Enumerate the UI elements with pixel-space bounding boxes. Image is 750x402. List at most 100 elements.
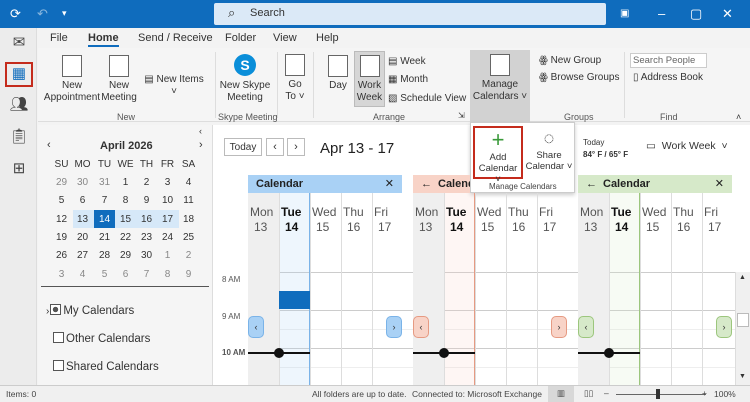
maximize-icon[interactable]: ▢ [690,6,702,22]
mini-calendar-day[interactable]: 1 [115,177,136,188]
goto-button[interactable]: Go To ˅ [283,54,307,103]
next-appointment-button[interactable]: › [716,316,732,338]
mini-calendar-day[interactable]: 8 [115,195,136,206]
calendar-header[interactable]: Calendar ✕ [248,175,402,193]
calendar-header[interactable]: ←Calendar [413,175,470,193]
previous-button[interactable]: ‹ [266,138,284,156]
folder-group-my-calendars[interactable]: › My Calendars [46,304,134,317]
day-view-button[interactable]: Day [325,55,351,92]
mini-calendar-day[interactable]: 30 [72,177,93,188]
vertical-scrollbar[interactable]: ▲ ▼ [735,272,750,385]
manage-calendars-button[interactable]: Manage Calendars ˅ [470,50,530,122]
mini-calendar-day[interactable]: 14 [94,214,115,225]
expand-icon[interactable]: › [46,306,49,317]
mini-calendar-day[interactable]: 22 [115,232,136,243]
mini-calendar-day[interactable]: 6 [72,195,93,206]
share-calendar-button[interactable]: ◌ Share Calendar ˅ [525,126,573,179]
address-book-button[interactable]: ▯ Address Book [633,72,703,84]
mini-calendar-day[interactable]: 15 [115,214,136,225]
mini-calendar-day[interactable]: 7 [136,269,157,280]
mini-calendar-day[interactable]: 21 [94,232,115,243]
mini-calendar-day[interactable]: 2 [178,250,199,261]
customize-icon[interactable]: ▾ [62,8,67,19]
month-view-button[interactable]: ▦ Month [388,74,428,86]
new-items-button[interactable]: ▤ New Items ˅ [140,74,208,98]
mini-calendar-day[interactable]: 20 [72,232,93,243]
tasks-icon[interactable]: 📋︎ [9,127,29,147]
mini-calendar-day[interactable]: 28 [94,250,115,261]
mini-calendar-day[interactable]: 16 [136,214,157,225]
arrow-left-icon[interactable]: ← [586,178,597,190]
mini-calendar-day[interactable]: 8 [157,269,178,280]
mini-calendar-day[interactable]: 13 [72,214,93,225]
previous-appointment-button[interactable]: ‹ [248,316,264,338]
selected-time-slot[interactable] [279,291,310,309]
calendar-header[interactable]: ← Calendar ✕ [578,175,732,193]
mini-calendar-day[interactable]: 9 [178,269,199,280]
mini-calendar-day[interactable]: 1 [157,250,178,261]
tab-folder[interactable]: Folder [225,32,256,44]
mini-calendar-day[interactable]: 3 [51,269,72,280]
mini-calendar-day[interactable]: 12 [51,214,72,225]
zoom-out-button[interactable]: – [604,388,609,398]
checkbox[interactable] [50,304,62,315]
mini-calendar-day[interactable]: 29 [51,177,72,188]
week-view-button[interactable]: ▤ Week [388,56,426,68]
work-week-view-button[interactable]: Work Week [354,51,385,107]
add-calendar-button[interactable]: + Add Calendar ˅ [473,126,523,185]
sync-icon[interactable]: ⟳ [10,6,21,22]
tab-file[interactable]: File [50,32,68,44]
close-icon[interactable]: ✕ [722,6,733,22]
folder-group-other-calendars[interactable]: Other Calendars [53,332,150,345]
undo-icon[interactable]: ↶ [37,6,48,22]
view-selector[interactable]: ▭ Work Week ˅ [646,140,728,152]
mini-calendar-day[interactable]: 27 [72,250,93,261]
search-input[interactable]: ⌕ Search [214,3,606,25]
new-group-button[interactable]: ꙮ New Group [539,55,601,67]
mini-calendar-day[interactable]: 23 [136,232,157,243]
mini-calendar-day[interactable]: 3 [157,177,178,188]
mini-calendar-day[interactable]: 7 [94,195,115,206]
today-button[interactable]: Today [224,138,262,156]
scrollbar-thumb[interactable] [737,313,749,327]
new-appointment-button[interactable]: New Appointment [42,55,102,104]
people-icon[interactable]: 👥︎ [9,95,29,115]
mini-calendar-day[interactable]: 31 [94,177,115,188]
mini-calendar-day[interactable]: 24 [157,232,178,243]
calendar-icon[interactable]: ▦ [9,64,29,84]
tab-home[interactable]: Home [88,32,119,47]
mini-calendar-day[interactable]: 10 [157,195,178,206]
mini-calendar-day[interactable]: 25 [178,232,199,243]
next-appointment-button[interactable]: › [551,316,567,338]
tab-view[interactable]: View [273,32,297,44]
apps-icon[interactable]: ⊞ [9,159,29,179]
mini-calendar-day[interactable]: 30 [136,250,157,261]
mini-calendar-day[interactable]: 4 [72,269,93,280]
tab-help[interactable]: Help [316,32,339,44]
previous-appointment-button[interactable]: ‹ [578,316,594,338]
mini-calendar-day[interactable]: 29 [115,250,136,261]
arrow-left-icon[interactable]: ← [421,178,432,190]
checkbox[interactable] [53,360,64,371]
prev-month-button[interactable]: ‹ [47,139,51,151]
dialog-launcher-icon[interactable]: ⇲ [458,111,465,120]
close-icon[interactable]: ✕ [715,177,724,190]
schedule-view-button[interactable]: ▧ Schedule View [388,93,466,105]
mail-icon[interactable]: ✉ [9,33,29,53]
next-button[interactable]: › [287,138,305,156]
folder-group-shared-calendars[interactable]: Shared Calendars [53,360,159,373]
zoom-slider[interactable] [616,394,706,395]
scroll-up-icon[interactable]: ▲ [739,274,746,281]
new-skype-meeting-button[interactable]: S New Skype Meeting [219,54,271,104]
mini-calendar-day[interactable]: 6 [115,269,136,280]
zoom-slider-thumb[interactable] [656,389,660,399]
mini-calendar-day[interactable]: 2 [136,177,157,188]
mini-calendar-day[interactable]: 5 [51,195,72,206]
next-appointment-button[interactable]: › [386,316,402,338]
mini-calendar-day[interactable]: 9 [136,195,157,206]
search-people-input[interactable]: Search People [630,53,707,68]
mini-calendar-day[interactable]: 19 [51,232,72,243]
new-meeting-button[interactable]: New Meeting [100,55,138,104]
coauthor-icon[interactable]: ▣ [620,8,629,19]
close-icon[interactable]: ✕ [385,177,394,190]
